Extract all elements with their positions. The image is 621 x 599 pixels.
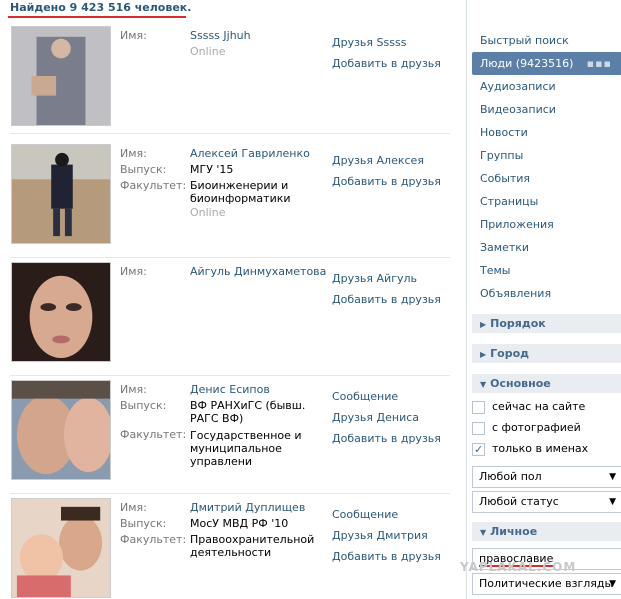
add-friend-link[interactable]: Добавить в друзья xyxy=(332,546,462,567)
message-link[interactable]: Сообщение xyxy=(332,504,462,525)
search-header: Найдено 9 423 516 человек. xyxy=(0,0,460,18)
nav-apps[interactable]: Приложения xyxy=(472,213,621,236)
watermark-logo: YAPLAKAL.COM xyxy=(460,560,577,574)
nav-pages[interactable]: Страницы xyxy=(472,190,621,213)
avatar[interactable] xyxy=(11,144,111,244)
label-faculty: Факультет: xyxy=(120,179,187,192)
label-name: Имя: xyxy=(120,265,147,278)
person-name-link[interactable]: Айгуль Динмухаметова xyxy=(190,264,330,280)
section-personal[interactable]: ▼ Личное xyxy=(472,522,621,541)
status-select[interactable]: Любой статус ▼ xyxy=(472,491,621,513)
result-row: Имя: Выпуск: Факультет: Алексей Гаврилен… xyxy=(10,140,450,258)
faculty-value: Биоинженерии и биоинформатики xyxy=(190,179,291,205)
checkbox-online-now[interactable]: сейчас на сайте xyxy=(472,398,585,418)
checkbox-box-checked[interactable] xyxy=(472,441,485,459)
search-nav: Быстрый поиск Люди (9423516) ▪▪▪ Аудиоза… xyxy=(472,29,621,305)
friends-link[interactable]: Друзья Sssss xyxy=(332,32,462,53)
label-name: Имя: xyxy=(120,147,147,160)
add-friend-link[interactable]: Добавить в друзья xyxy=(332,289,462,310)
label-graduation: Выпуск: xyxy=(120,163,167,176)
add-friend-link[interactable]: Добавить в друзья xyxy=(332,428,462,449)
nav-audio[interactable]: Аудиозаписи xyxy=(472,75,621,98)
nav-events[interactable]: События xyxy=(472,167,621,190)
chevron-down-icon: ▼ xyxy=(609,472,616,482)
nav-people[interactable]: Люди (9423516) ▪▪▪ xyxy=(472,52,621,75)
nav-video[interactable]: Видеозаписи xyxy=(472,98,621,121)
nav-groups[interactable]: Группы xyxy=(472,144,621,167)
more-dots-icon[interactable]: ▪▪▪ xyxy=(587,52,612,75)
message-link[interactable]: Сообщение xyxy=(332,386,462,407)
avatar[interactable] xyxy=(11,26,111,126)
label-faculty: Факультет: xyxy=(120,428,187,441)
label-name: Имя: xyxy=(120,501,147,514)
person-name-link[interactable]: Алексей Гавриленко xyxy=(190,146,330,162)
avatar[interactable] xyxy=(11,380,111,480)
avatar[interactable] xyxy=(11,262,111,362)
results-count: Найдено 9 423 516 человек. xyxy=(10,1,192,14)
graduation-value: ВФ РАНХиГС (бывш. РАГС ВФ) xyxy=(190,399,306,425)
friends-link[interactable]: Друзья Айгуль xyxy=(332,268,462,289)
chevron-down-icon: ▼ xyxy=(609,497,616,507)
result-row: Имя: Sssss Jjhuh Online Друзья Sssss Доб… xyxy=(10,22,450,134)
friends-link[interactable]: Друзья Дмитрия xyxy=(332,525,462,546)
result-row: Имя: Айгуль Динмухаметова Друзья Айгуль … xyxy=(10,258,450,376)
online-status: Online xyxy=(190,45,226,58)
triangle-right-icon: ▶ xyxy=(480,320,487,329)
checkbox-box[interactable] xyxy=(472,421,485,435)
checkbox-names-only[interactable]: только в именах xyxy=(472,440,588,460)
label-graduation: Выпуск: xyxy=(120,517,167,530)
friends-link[interactable]: Друзья Дениса xyxy=(332,407,462,428)
person-name-link[interactable]: Дмитрий Дуплищев xyxy=(190,500,330,516)
add-friend-link[interactable]: Добавить в друзья xyxy=(332,53,462,74)
graduation-value: МосУ МВД РФ '10 xyxy=(190,517,289,530)
nav-quick-search[interactable]: Быстрый поиск xyxy=(472,29,621,52)
label-name: Имя: xyxy=(120,29,147,42)
political-views-select[interactable]: Политические взгляды ▼ xyxy=(472,573,621,595)
triangle-down-icon: ▼ xyxy=(480,380,487,389)
label-name: Имя: xyxy=(120,383,147,396)
label-graduation: Выпуск: xyxy=(120,399,167,412)
nav-people-label: Люди (9423516) xyxy=(480,57,574,70)
faculty-value: Государственное и муниципальное управлен… xyxy=(190,429,302,468)
friends-link[interactable]: Друзья Алексея xyxy=(332,150,462,171)
result-row: Имя: Выпуск: Факультет: Денис Есипов ВФ … xyxy=(10,376,450,494)
person-name-link[interactable]: Денис Есипов xyxy=(190,382,330,398)
section-basic[interactable]: ▼ Основное xyxy=(472,374,621,393)
nav-notes[interactable]: Заметки xyxy=(472,236,621,259)
nav-ads[interactable]: Объявления xyxy=(472,282,621,305)
chevron-down-icon: ▼ xyxy=(609,579,616,589)
triangle-down-icon: ▼ xyxy=(480,528,487,537)
checkbox-with-photo[interactable]: с фотографией xyxy=(472,419,581,439)
graduation-value: МГУ '15 xyxy=(190,163,234,176)
result-row: Имя: Выпуск: Факультет: Дмитрий Дуплищев… xyxy=(10,494,450,599)
add-friend-link[interactable]: Добавить в друзья xyxy=(332,171,462,192)
nav-topics[interactable]: Темы xyxy=(472,259,621,282)
search-sidebar: Быстрый поиск Люди (9423516) ▪▪▪ Аудиоза… xyxy=(466,0,621,599)
highlight-underline xyxy=(8,16,186,18)
triangle-right-icon: ▶ xyxy=(480,350,487,359)
gender-select[interactable]: Любой пол ▼ xyxy=(472,466,621,488)
section-order[interactable]: ▶ Порядок xyxy=(472,314,621,333)
label-faculty: Факультет: xyxy=(120,533,187,546)
faculty-value: Правоохранительной деятельности xyxy=(190,533,315,559)
nav-news[interactable]: Новости xyxy=(472,121,621,144)
online-status: Online xyxy=(190,206,226,219)
avatar[interactable] xyxy=(11,498,111,598)
checkbox-box[interactable] xyxy=(472,400,485,414)
person-name-link[interactable]: Sssss Jjhuh xyxy=(190,28,330,44)
section-city[interactable]: ▶ Город xyxy=(472,344,621,363)
